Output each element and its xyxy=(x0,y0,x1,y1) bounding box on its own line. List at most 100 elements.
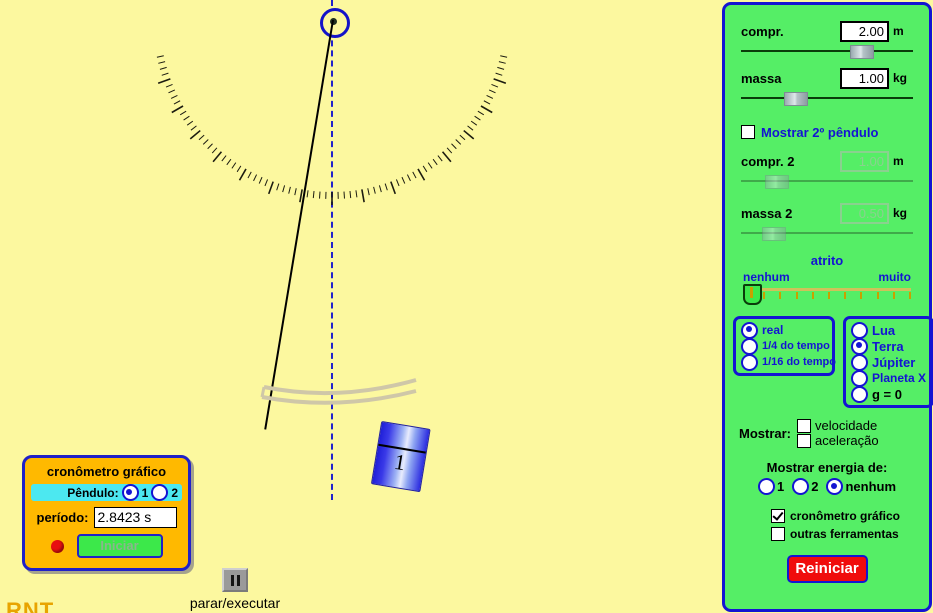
friction-max-label: muito xyxy=(878,270,911,284)
energy-label-2: 2 xyxy=(811,479,819,494)
chronometer-pendulum-option-2: 2 xyxy=(171,485,178,500)
gravity-radio-terra[interactable] xyxy=(851,337,868,355)
mass-slider[interactable] xyxy=(741,92,913,106)
length2-label: compr. 2 xyxy=(741,153,795,169)
chronometer-checkbox[interactable] xyxy=(771,509,785,523)
chronometer-button-row: Iniciar xyxy=(25,534,188,558)
length-row: compr. 2.00 m xyxy=(725,19,929,43)
pendulum-bob[interactable]: 1 xyxy=(370,420,431,493)
time-scale-option-quarter[interactable]: 1/4 do tempo xyxy=(741,337,830,355)
mass-value[interactable]: 1.00 xyxy=(840,67,889,89)
chronometer-pendulum-radio-1[interactable] xyxy=(121,484,139,501)
time-scale-label-quarter: 1/4 do tempo xyxy=(762,340,830,352)
chronometer-pendulum-option-1: 1 xyxy=(141,485,149,500)
chronometer-title: cronômetro gráfico xyxy=(46,464,167,479)
pivot-circle-icon[interactable] xyxy=(320,8,350,38)
length-label: compr. xyxy=(741,23,784,39)
mass2-value: 0.50 xyxy=(840,202,889,224)
gravity-label-jupiter: Júpiter xyxy=(872,354,916,370)
chronometer-checkbox-label: cronômetro gráfico xyxy=(790,509,901,523)
show-vectors-section: Mostrar: velocidade aceleração xyxy=(725,418,929,448)
swing-trail-arc-icon xyxy=(260,378,417,405)
energy-option-2[interactable]: 2 xyxy=(792,478,818,495)
control-panel: compr. 2.00 m massa 1.00 kg Mostrar 2º p… xyxy=(722,2,933,612)
mass-row: massa 1.00 kg xyxy=(725,66,929,90)
mass-label: massa xyxy=(741,70,782,86)
time-scale-option-sixteenth[interactable]: 1/16 do tempo xyxy=(741,353,836,371)
protractor-arc-icon xyxy=(156,55,508,205)
length2-row: compr. 2 1.00 m xyxy=(725,149,929,173)
chronometer-panel: cronômetro gráfico Pêndulo: 1 2 período:… xyxy=(22,455,191,571)
energy-title: Mostrar energia de: xyxy=(766,460,888,475)
energy-radio-nenhum[interactable] xyxy=(826,478,844,495)
gravity-radio-planetax[interactable] xyxy=(851,369,868,387)
time-scale-radio-quarter[interactable] xyxy=(741,337,758,355)
length2-value: 1.00 xyxy=(840,150,889,172)
pause-icon[interactable] xyxy=(222,568,248,592)
length2-slider-thumb xyxy=(765,175,790,189)
others-checkbox-label: outras ferramentas xyxy=(790,527,899,541)
gravity-label-terra: Terra xyxy=(872,338,904,354)
chronometer-period-row: período: 2.8423 s xyxy=(25,507,188,528)
friction-slider[interactable] xyxy=(743,284,911,305)
gravity-group: Lua Terra Júpiter Planeta X g = 0 xyxy=(843,316,933,408)
velocity-label: velocidade xyxy=(815,418,878,433)
tool-chronometer-row[interactable]: cronômetro gráfico xyxy=(771,507,929,525)
gravity-radio-lua[interactable] xyxy=(851,321,868,339)
mass2-row: massa 2 0.50 kg xyxy=(725,201,929,225)
gravity-option-gzero[interactable]: g = 0 xyxy=(851,385,926,403)
acceleration-checkbox[interactable] xyxy=(797,433,812,448)
length-slider-thumb[interactable] xyxy=(850,45,875,59)
gravity-radio-gzero[interactable] xyxy=(851,385,868,403)
length-slider[interactable] xyxy=(741,45,913,59)
show-velocity-row[interactable]: velocidade xyxy=(797,418,879,433)
energy-option-1[interactable]: 1 xyxy=(757,478,785,495)
period-label: período: xyxy=(36,510,89,525)
friction-slider-thumb[interactable] xyxy=(743,284,762,305)
show-acceleration-row[interactable]: aceleração xyxy=(797,433,879,448)
time-scale-group: real 1/4 do tempo 1/16 do tempo xyxy=(733,316,836,376)
mass-unit: kg xyxy=(893,71,908,85)
velocity-checkbox[interactable] xyxy=(797,418,812,433)
length-value[interactable]: 2.00 xyxy=(840,20,889,42)
gravity-radio-jupiter[interactable] xyxy=(851,353,868,371)
time-scale-label-sixteenth: 1/16 do tempo xyxy=(762,356,836,368)
energy-option-nenhum[interactable]: nenhum xyxy=(826,478,896,495)
energy-radio-2[interactable] xyxy=(792,478,810,495)
red-led-icon xyxy=(50,539,64,553)
energy-label-1: 1 xyxy=(776,479,785,494)
gravity-option-jupiter[interactable]: Júpiter xyxy=(851,353,926,371)
time-scale-label-real: real xyxy=(762,323,784,337)
chronometer-pendulum-radio-2[interactable] xyxy=(151,484,169,501)
gravity-option-lua[interactable]: Lua xyxy=(851,321,926,339)
chronometer-pendulum-row: Pêndulo: 1 2 xyxy=(31,484,182,501)
others-checkbox[interactable] xyxy=(771,527,785,541)
start-button[interactable]: Iniciar xyxy=(76,534,163,558)
energy-radio-1[interactable] xyxy=(757,478,775,495)
time-scale-option-real[interactable]: real xyxy=(741,321,827,339)
show-second-row[interactable]: Mostrar 2º pêndulo xyxy=(725,120,929,144)
friction-endpoints: nenhum muito xyxy=(725,270,929,284)
length2-unit: m xyxy=(893,154,904,168)
length-unit: m xyxy=(893,24,904,38)
time-scale-radio-sixteenth[interactable] xyxy=(741,353,758,371)
show-second-label: Mostrar 2º pêndulo xyxy=(761,124,879,140)
friction-title: atrito xyxy=(810,253,844,268)
show-second-checkbox[interactable] xyxy=(741,125,755,139)
show-vectors-label: Mostrar: xyxy=(739,425,792,441)
mass2-unit: kg xyxy=(893,206,908,220)
mass-slider-thumb[interactable] xyxy=(783,92,808,106)
friction-ticks xyxy=(747,292,911,300)
period-value: 2.8423 s xyxy=(93,507,177,528)
pause-label: parar/executar xyxy=(189,595,281,611)
length2-slider xyxy=(741,175,913,189)
gravity-option-planetax[interactable]: Planeta X xyxy=(851,369,927,387)
chronometer-pendulum-label: Pêndulo: xyxy=(67,485,119,500)
tool-others-row[interactable]: outras ferramentas xyxy=(771,525,929,543)
gravity-label-planetax: Planeta X xyxy=(872,371,927,385)
gravity-option-terra[interactable]: Terra xyxy=(851,337,926,355)
time-scale-radio-real[interactable] xyxy=(741,321,758,339)
mass2-label: massa 2 xyxy=(741,205,793,221)
reset-button[interactable]: Reiniciar xyxy=(786,555,868,583)
corner-watermark: RNT xyxy=(6,598,55,613)
